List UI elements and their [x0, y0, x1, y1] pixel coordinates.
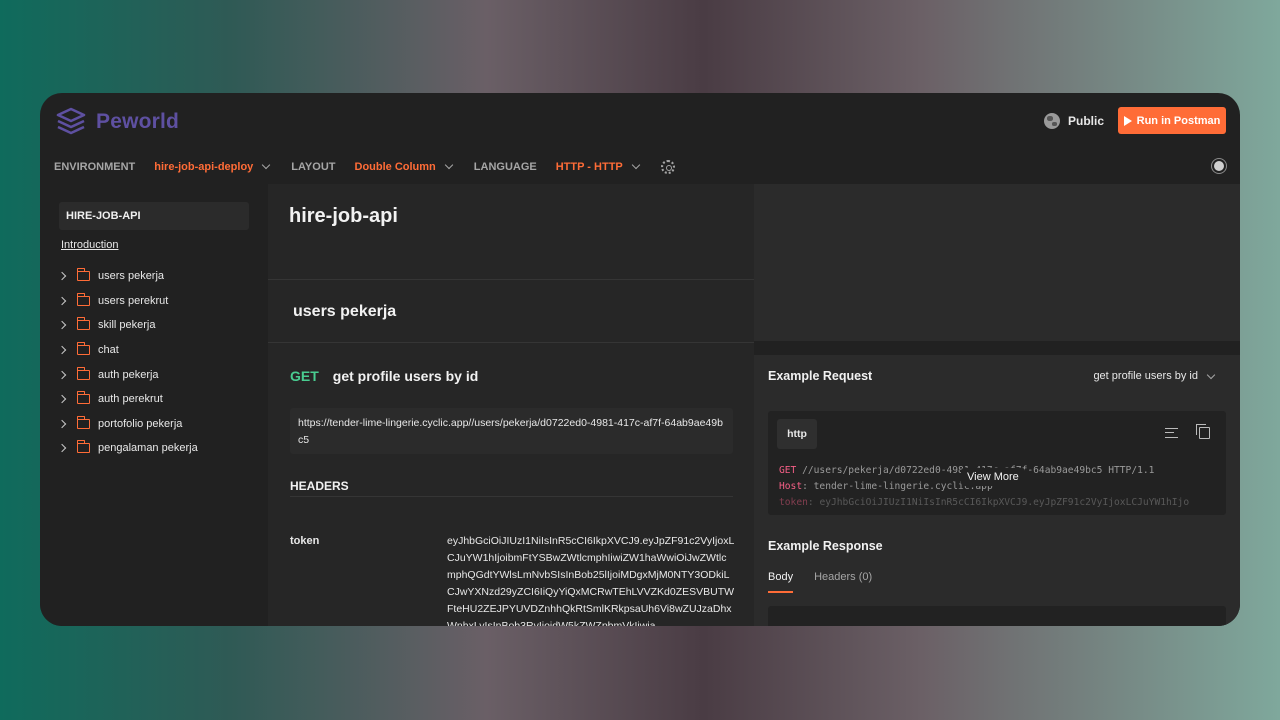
header-value: eyJhbGciOiJIUzI1NiIsInR5cCI6IkpXVCJ9.eyJ…	[447, 535, 735, 626]
folder-label: users perekrut	[98, 294, 169, 307]
page-title: hire-job-api	[289, 205, 398, 227]
globe-icon	[1043, 113, 1060, 129]
view-more-button[interactable]: View More	[961, 468, 1025, 486]
folder-icon	[76, 317, 90, 331]
tab-body[interactable]: Body	[768, 571, 794, 593]
http-method-badge: GET	[290, 368, 319, 384]
layout-value: Double Column	[354, 160, 436, 173]
environment-bar: ENVIRONMENT hire-job-api-deploy LAYOUT D…	[40, 149, 1240, 184]
folder-heading: users pekerja	[293, 303, 397, 320]
folder-icon	[76, 268, 90, 282]
chevron-right-icon	[57, 296, 67, 306]
folder-label: chat	[98, 344, 119, 357]
folder-label: portofolio pekerja	[98, 417, 183, 430]
sidebar-folder-users-pekerja[interactable]: users pekerja	[57, 264, 198, 289]
header-key: token	[290, 535, 320, 547]
code-key: Host	[779, 481, 803, 493]
chevron-right-icon	[57, 321, 67, 330]
environment-label: ENVIRONMENT	[54, 160, 136, 173]
language-label: LANGUAGE	[473, 160, 537, 173]
chevron-down-icon	[1206, 370, 1216, 379]
chevron-down-icon	[631, 160, 640, 170]
folder-icon	[76, 391, 90, 405]
environment-select[interactable]: hire-job-api-deploy	[154, 160, 271, 173]
layout-select[interactable]: Double Column	[354, 160, 454, 173]
folder-label: skill pekerja	[98, 319, 156, 332]
copy-icon[interactable]	[1196, 424, 1210, 439]
sidebar-folder-pengalaman-pekerja[interactable]: pengalaman pekerja	[57, 436, 198, 461]
example-request-code: http GET //users/pekerja/d0722ed0-4981-4…	[768, 411, 1226, 515]
top-bar: Peworld Public Run in Postman	[40, 93, 1240, 149]
folder-icon	[76, 415, 90, 429]
folder-icon	[76, 366, 90, 380]
code-line-token: : eyJhbGciOiJIUzI1NiIsInR5cCI6IkpXVCJ9.e…	[807, 497, 1190, 509]
response-body-box	[768, 606, 1226, 626]
visibility-label: Public	[1067, 114, 1104, 128]
sidebar-folder-skill-pekerja[interactable]: skill pekerja	[57, 313, 198, 338]
sidebar: HIRE-JOB-API Introduction users pekerja …	[40, 184, 268, 626]
settings-gear-icon[interactable]	[660, 159, 675, 174]
folder-label: pengalaman pekerja	[98, 442, 198, 455]
divider	[268, 279, 754, 280]
run-in-postman-button[interactable]: Run in Postman	[1118, 107, 1226, 134]
logo[interactable]: Peworld	[54, 105, 179, 139]
headers-heading: HEADERS	[290, 479, 349, 493]
main-content: hire-job-api users pekerja GET get profi…	[268, 184, 754, 626]
sidebar-folder-users-perekrut[interactable]: users perekrut	[57, 289, 198, 314]
sidebar-folder-chat[interactable]: chat	[57, 338, 198, 363]
chevron-right-icon	[57, 395, 67, 404]
language-value: HTTP - HTTP	[555, 160, 623, 173]
folder-icon	[76, 292, 90, 306]
sidebar-introduction-link[interactable]: Introduction	[61, 239, 118, 251]
chevron-right-icon	[57, 444, 67, 453]
chevron-right-icon	[57, 370, 67, 379]
response-tabs: Body Headers (0)	[768, 571, 872, 593]
example-response-title: Example Response	[768, 539, 883, 553]
divider	[268, 342, 754, 343]
request-name: get profile users by id	[332, 368, 479, 384]
stack-logo-icon	[56, 107, 86, 135]
example-request-select[interactable]: get profile users by id	[1093, 370, 1216, 382]
visibility-indicator: Public	[1043, 113, 1104, 129]
language-select[interactable]: HTTP - HTTP	[555, 160, 640, 173]
tab-headers[interactable]: Headers (0)	[814, 571, 872, 593]
code-key: token	[779, 497, 808, 509]
chevron-right-icon	[57, 419, 67, 429]
chevron-right-icon	[57, 272, 67, 281]
chevron-down-icon	[444, 160, 454, 170]
example-panel: Example Request get profile users by id …	[754, 184, 1240, 626]
chevron-right-icon	[57, 345, 67, 355]
layout-label: LAYOUT	[291, 160, 336, 173]
chevron-down-icon	[262, 160, 271, 170]
example-panel-top	[754, 184, 1240, 341]
docs-window: Peworld Public Run in Postman ENVIRONMEN…	[40, 93, 1240, 626]
sidebar-collection-title[interactable]: HIRE-JOB-API	[59, 202, 249, 230]
wrap-text-icon[interactable]	[1165, 428, 1178, 438]
folder-label: auth pekerja	[98, 368, 159, 381]
code-method: GET	[779, 465, 797, 476]
sidebar-folder-portofolio-pekerja[interactable]: portofolio pekerja	[57, 412, 198, 437]
sidebar-folder-auth-pekerja[interactable]: auth pekerja	[57, 362, 198, 387]
play-icon	[1123, 115, 1132, 126]
theme-toggle-sun-icon[interactable]	[1214, 161, 1224, 171]
folder-icon	[76, 440, 90, 454]
example-request-selected: get profile users by id	[1093, 370, 1198, 382]
folder-label: auth perekrut	[98, 393, 163, 406]
brand-name: Peworld	[96, 110, 180, 133]
request-heading: GET get profile users by id	[290, 368, 478, 384]
folder-icon	[76, 342, 90, 356]
folder-label: users pekerja	[98, 270, 165, 283]
folder-list: users pekerja users perekrut skill peker…	[57, 264, 198, 461]
request-url: https://tender-lime-lingerie.cyclic.app/…	[290, 408, 733, 454]
sidebar-folder-auth-perekrut[interactable]: auth perekrut	[57, 387, 198, 412]
example-request-title: Example Request	[768, 369, 873, 383]
run-button-label: Run in Postman	[1136, 114, 1221, 127]
environment-value: hire-job-api-deploy	[154, 160, 254, 173]
divider	[290, 496, 733, 497]
code-language-tag: http	[777, 419, 817, 449]
